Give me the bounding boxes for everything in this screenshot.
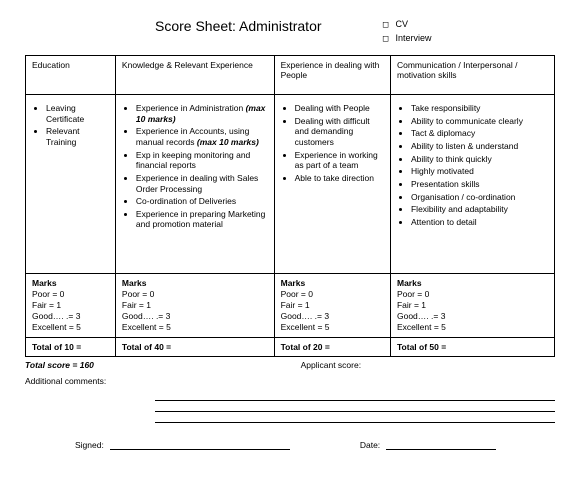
marks-heading: Marks (397, 278, 548, 289)
list-item: Experience in Administration (max 10 mar… (136, 103, 268, 124)
list-item: Dealing with People (295, 103, 384, 114)
list-item: Experience in dealing with Sales Order P… (136, 173, 268, 194)
criteria-communication: Take responsibility Ability to communica… (390, 95, 554, 274)
header: Score Sheet: Administrator □CV □Intervie… (25, 18, 555, 45)
list-item: Flexibility and adaptability (411, 204, 548, 215)
col-header-knowledge: Knowledge & Relevant Experience (115, 56, 274, 95)
comment-line (155, 390, 555, 401)
total-score: Total score = 160 (25, 360, 301, 370)
page-title: Score Sheet: Administrator (155, 18, 322, 34)
marks-cell: Marks Poor = 0 Fair = 1 Good…. .= 3 Exce… (115, 274, 274, 338)
list-item: Leaving Certificate (46, 103, 109, 124)
signature-row: Signed: Date: (25, 439, 555, 450)
list-item: Dealing with difficult and demanding cus… (295, 116, 384, 148)
list-item: Co-ordination of Deliveries (136, 196, 268, 207)
list-item: Relevant Training (46, 126, 109, 147)
date-line (386, 439, 496, 450)
list-item: Able to take direction (295, 173, 384, 184)
list-item: Tact & diplomacy (411, 128, 548, 139)
marks-line: Poor = 0 (281, 289, 384, 300)
below-table: Total score = 160 Applicant score: Addit… (25, 360, 555, 450)
checkbox-interview: □Interview (382, 32, 432, 46)
marks-line: Fair = 1 (397, 300, 548, 311)
marks-line: Good…. .= 3 (281, 311, 384, 322)
marks-heading: Marks (32, 278, 109, 289)
col-header-experience: Experience in dealing with People (274, 56, 390, 95)
marks-cell: Marks Poor = 0 Fair = 1 Good…. .= 3 Exce… (26, 274, 116, 338)
marks-line: Poor = 0 (397, 289, 548, 300)
marks-line: Poor = 0 (32, 289, 109, 300)
signed-label: Signed: (75, 440, 104, 450)
marks-line: Good…. .= 3 (397, 311, 548, 322)
marks-line: Excellent = 5 (281, 322, 384, 333)
applicant-score-label: Applicant score: (301, 360, 555, 370)
marks-row: Marks Poor = 0 Fair = 1 Good…. .= 3 Exce… (26, 274, 555, 338)
col-header-education: Education (26, 56, 116, 95)
list-item: Ability to communicate clearly (411, 116, 548, 127)
totals-row: Total of 10 = Total of 40 = Total of 20 … (26, 338, 555, 357)
marks-line: Fair = 1 (281, 300, 384, 311)
marks-cell: Marks Poor = 0 Fair = 1 Good…. .= 3 Exce… (274, 274, 390, 338)
list-item: Presentation skills (411, 179, 548, 190)
checkbox-interview-label: Interview (396, 33, 432, 43)
criteria-row: Leaving Certificate Relevant Training Ex… (26, 95, 555, 274)
list-item: Exp in keeping monitoring and financial … (136, 150, 268, 171)
date-label: Date: (360, 440, 380, 450)
additional-comments-label: Additional comments: (25, 376, 555, 386)
marks-line: Excellent = 5 (32, 322, 109, 333)
list-item: Ability to listen & understand (411, 141, 548, 152)
marks-line: Excellent = 5 (122, 322, 268, 333)
marks-line: Fair = 1 (122, 300, 268, 311)
marks-line: Good…. .= 3 (32, 311, 109, 322)
total-education: Total of 10 = (26, 338, 116, 357)
marks-heading: Marks (281, 278, 384, 289)
score-table: Education Knowledge & Relevant Experienc… (25, 55, 555, 357)
total-experience: Total of 20 = (274, 338, 390, 357)
criteria-experience: Dealing with People Dealing with difficu… (274, 95, 390, 274)
col-header-communication: Communication / Interpersonal / motivati… (390, 56, 554, 95)
comment-line (155, 401, 555, 412)
source-checkboxes: □CV □Interview (382, 18, 432, 45)
criteria-knowledge: Experience in Administration (max 10 mar… (115, 95, 274, 274)
criteria-education: Leaving Certificate Relevant Training (26, 95, 116, 274)
list-item: Attention to detail (411, 217, 548, 228)
total-knowledge: Total of 40 = (115, 338, 274, 357)
list-item: Take responsibility (411, 103, 548, 114)
comment-line (155, 412, 555, 423)
marks-line: Poor = 0 (122, 289, 268, 300)
list-item: Experience in Accounts, using manual rec… (136, 126, 268, 147)
marks-line: Fair = 1 (32, 300, 109, 311)
marks-cell: Marks Poor = 0 Fair = 1 Good…. .= 3 Exce… (390, 274, 554, 338)
list-item: Experience in preparing Marketing and pr… (136, 209, 268, 230)
total-communication: Total of 50 = (390, 338, 554, 357)
checkbox-cv: □CV (382, 18, 432, 32)
checkbox-cv-label: CV (396, 19, 409, 29)
list-item: Highly motivated (411, 166, 548, 177)
marks-line: Good…. .= 3 (122, 311, 268, 322)
marks-line: Excellent = 5 (397, 322, 548, 333)
marks-heading: Marks (122, 278, 268, 289)
header-row: Education Knowledge & Relevant Experienc… (26, 56, 555, 95)
list-item: Ability to think quickly (411, 154, 548, 165)
list-item: Experience in working as part of a team (295, 150, 384, 171)
comment-lines (25, 390, 555, 423)
list-item: Organisation / co-ordination (411, 192, 548, 203)
signed-line (110, 439, 290, 450)
